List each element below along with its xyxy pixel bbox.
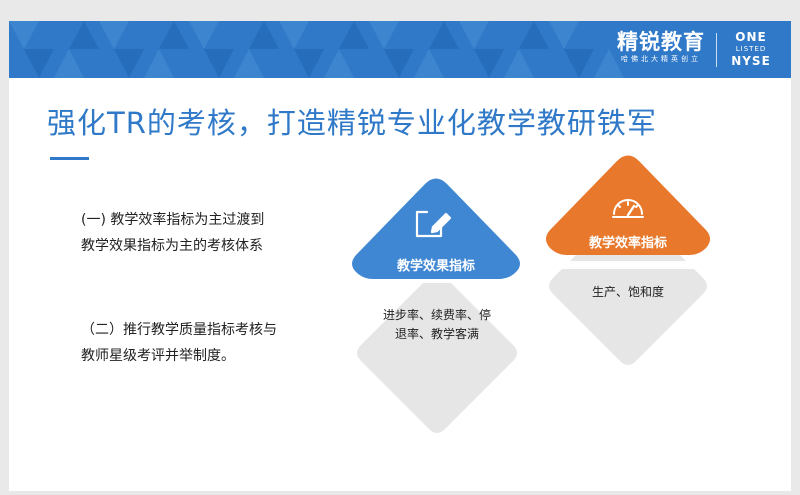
efficiency-label: 教学效率指标	[588, 236, 667, 251]
effect-description: 进步率、续费率、停 退率、教学客满	[367, 306, 507, 344]
effect-description-line-1: 进步率、续费率、停	[382, 308, 491, 322]
efficiency-description: 生产、饱和度	[591, 285, 664, 299]
effect-desc-diamond	[357, 273, 517, 433]
effect-description-line-2: 退率、教学客满	[394, 327, 479, 341]
effect-label: 教学效果指标	[396, 259, 475, 274]
slide: 精锐教育 哈佛北大精英创立 ONE LISTED NYSE 强化TR的考核，打造…	[9, 21, 791, 491]
